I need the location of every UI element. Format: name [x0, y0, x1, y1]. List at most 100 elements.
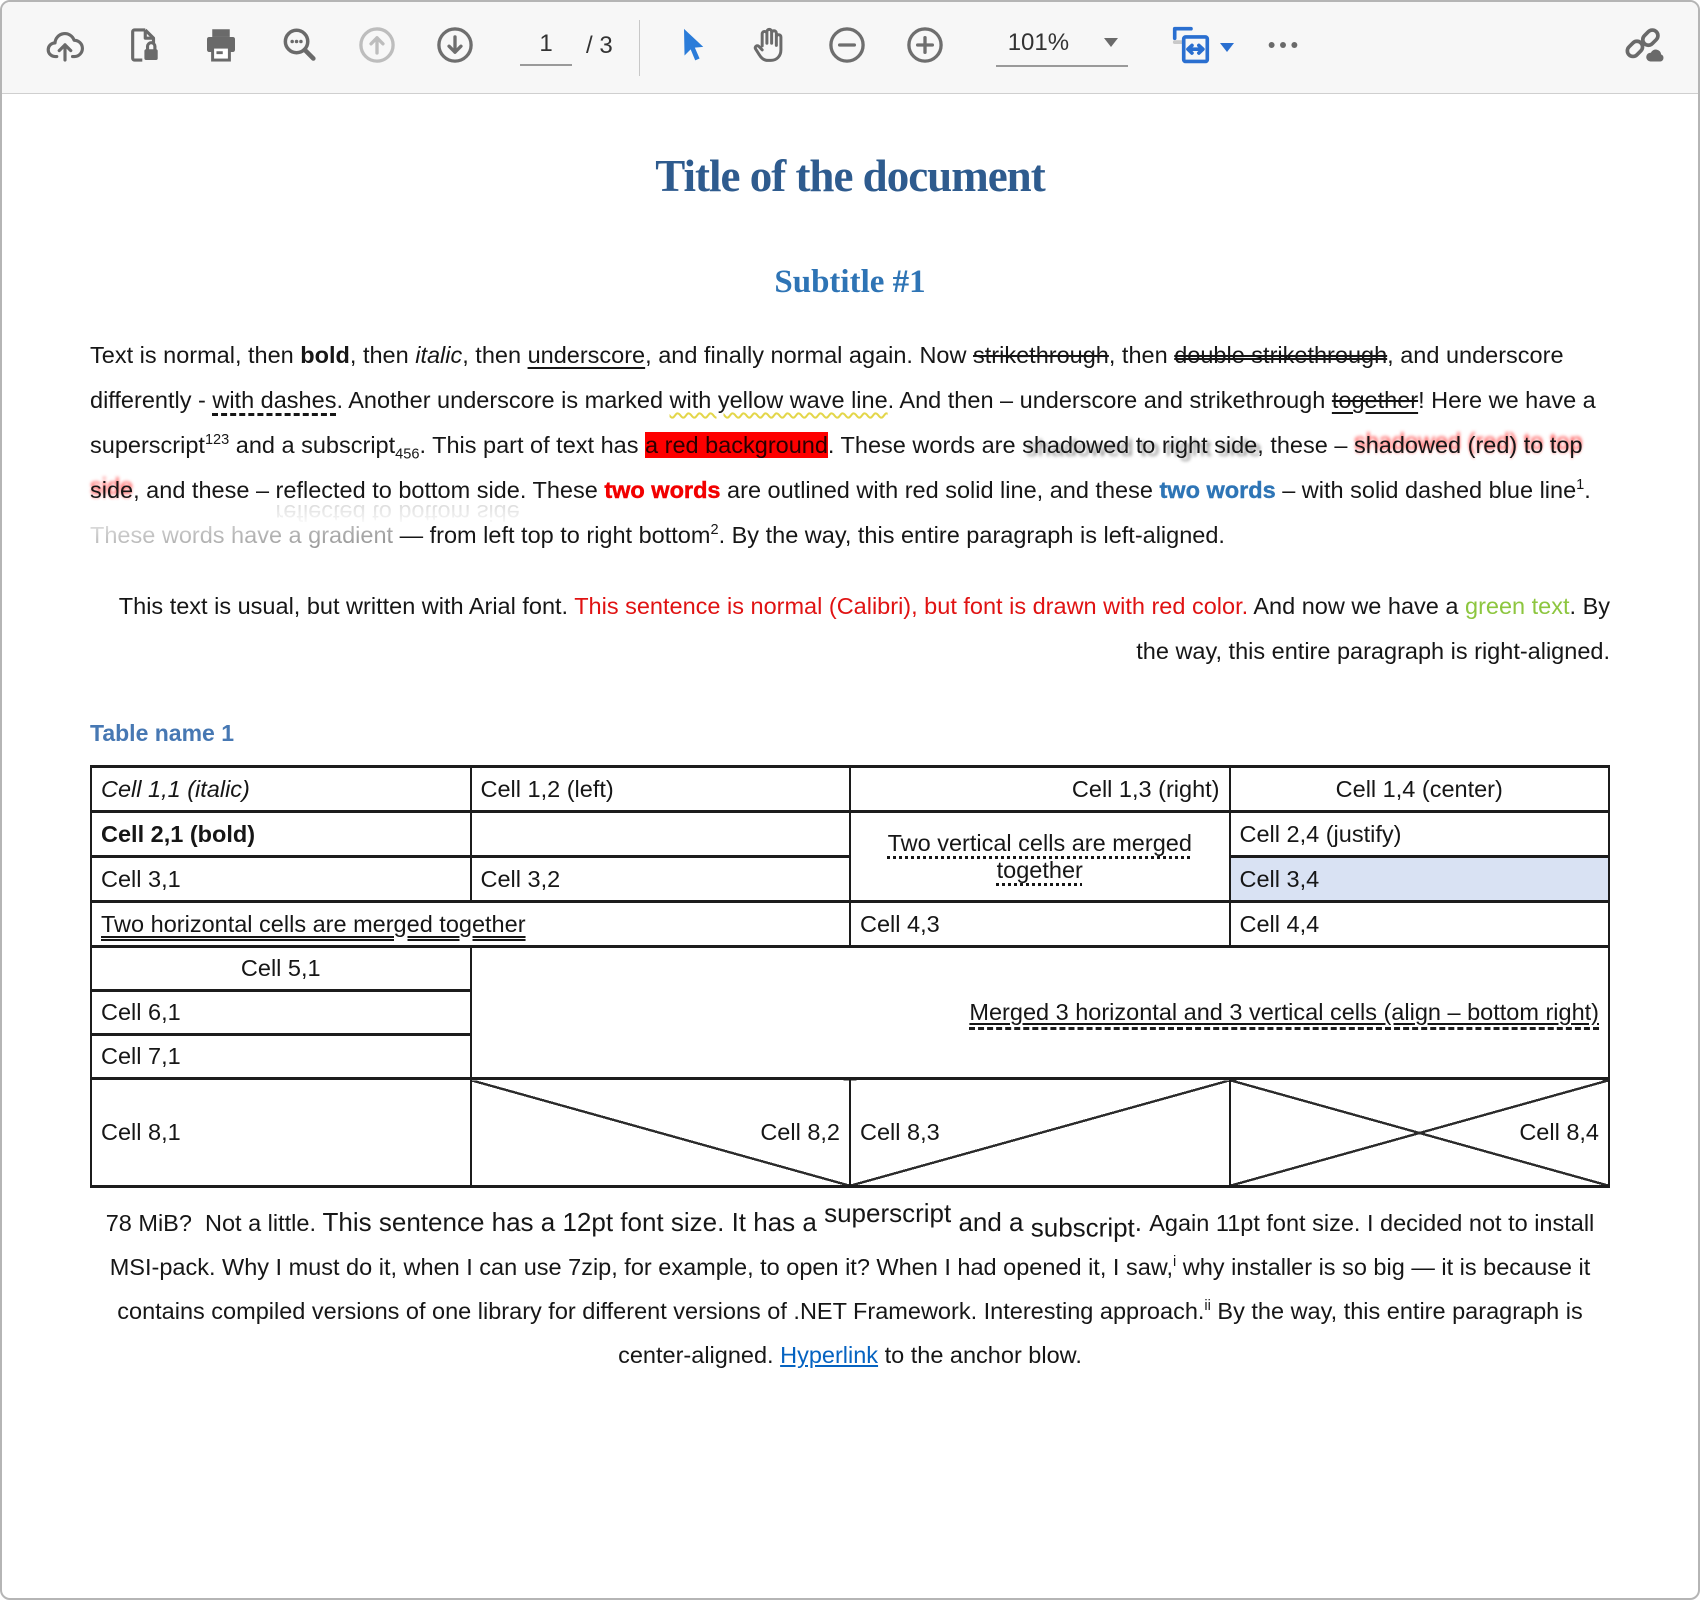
- page-number-input[interactable]: 1: [520, 30, 572, 66]
- more-options-button[interactable]: [1260, 25, 1306, 71]
- document-page: Title of the document Subtitle #1 Text i…: [2, 94, 1698, 1377]
- text-run: , and these –: [133, 477, 275, 503]
- cloud-upload-icon: [44, 24, 86, 71]
- cell-merged-horizontal: Two horizontal cells are merged together: [91, 902, 850, 947]
- text-run: . And then – underscore and strikethroug…: [888, 387, 1332, 413]
- table-caption: Table name 1: [90, 720, 1610, 747]
- arial-run: This text is usual, but written with Ari…: [119, 593, 574, 619]
- red-text-run: This sentence is normal (Calibri), but f…: [574, 593, 1253, 619]
- document-properties-button[interactable]: [120, 25, 166, 71]
- zoom-level-input[interactable]: 101%: [996, 29, 1128, 67]
- cell-2-4: Cell 2,4 (justify): [1230, 812, 1610, 857]
- page-navigation: 1 / 3: [520, 30, 613, 66]
- text-run: — from left top to right bottom: [393, 522, 710, 548]
- merged-horizontal-text: Two horizontal cells are merged together: [101, 911, 526, 937]
- double-strikethrough-run: double strikethrough: [1174, 342, 1387, 368]
- shadow-right-run: shadowed to right side: [1022, 432, 1257, 458]
- cell-merged-3x3: Merged 3 horizontal and 3 vertical cells…: [471, 947, 1610, 1079]
- cell-2-1: Cell 2,1 (bold): [91, 812, 471, 857]
- underline-strikethrough-run: together: [1332, 387, 1418, 413]
- arrow-down-circle-icon: [434, 24, 476, 71]
- paragraph-notes: 78 MiB? Not a little. This sentence has …: [96, 1200, 1604, 1377]
- zoom-out-button[interactable]: [824, 25, 870, 71]
- italic-run: italic: [415, 342, 462, 368]
- gradient-run: These words have a gradient: [90, 522, 393, 548]
- strikethrough-run: strikethrough: [973, 342, 1109, 368]
- print-button[interactable]: [198, 25, 244, 71]
- document-subtitle: Subtitle #1: [90, 264, 1610, 301]
- cell-8-3-diagonal: Cell 8,3: [850, 1079, 1230, 1187]
- minus-circle-icon: [826, 24, 868, 71]
- hand-icon: [748, 24, 790, 71]
- fit-width-dropdown-caret[interactable]: [1220, 43, 1234, 52]
- pdf-toolbar: 1 / 3 101%: [2, 2, 1698, 94]
- save-to-cloud-button[interactable]: [42, 25, 88, 71]
- subscript-word: subscript: [1031, 1213, 1135, 1243]
- blue-outline-run: two words: [1159, 477, 1275, 503]
- text-run: are outlined with red solid line, and th…: [721, 477, 1160, 503]
- hand-tool-button[interactable]: [746, 25, 792, 71]
- search-icon: [278, 24, 320, 71]
- cell-8-4-text: Cell 8,4: [1519, 1119, 1599, 1145]
- fit-width-icon: [1168, 22, 1214, 73]
- cell-6-1: Cell 6,1: [91, 991, 471, 1035]
- text-run: 78 MiB? Not a little.: [106, 1210, 323, 1236]
- cell-3-1: Cell 3,1: [91, 857, 471, 902]
- cell-8-2-diagonal: Cell 8,2: [471, 1079, 851, 1187]
- bold-run: bold: [300, 342, 350, 368]
- merged-3x3-text: Merged 3 horizontal and 3 vertical cells…: [969, 999, 1599, 1030]
- text-run: , and finally normal again. Now: [645, 342, 973, 368]
- toolbar-separator: [639, 20, 640, 76]
- red-outline-run: two words: [604, 477, 720, 503]
- document-table: Cell 1,1 (italic) Cell 1,2 (left) Cell 1…: [90, 765, 1610, 1188]
- cell-1-4: Cell 1,4 (center): [1230, 767, 1610, 812]
- cell-merged-vertical: Two vertical cells are merged together: [850, 812, 1230, 902]
- file-lock-icon: [122, 24, 164, 71]
- select-tool-button[interactable]: [668, 25, 714, 71]
- text-run: , then: [1109, 342, 1174, 368]
- zoom-level-value: 101%: [1008, 29, 1069, 57]
- text-run: . By the way, this entire paragraph is l…: [719, 522, 1225, 548]
- superscript-word: superscript: [824, 1198, 951, 1228]
- text-run: . Another underscore is marked: [336, 387, 669, 413]
- footnote-ref-2: 2: [710, 522, 718, 538]
- fit-width-button[interactable]: [1168, 22, 1234, 73]
- link-cloud-icon: [1622, 24, 1664, 71]
- zoom-in-button[interactable]: [902, 25, 948, 71]
- text-run: And now we have a: [1253, 593, 1465, 619]
- paragraph-formatting-demo: Text is normal, then bold, then italic, …: [90, 333, 1610, 558]
- 12pt-run: .: [1135, 1207, 1149, 1237]
- cell-8-1: Cell 8,1: [91, 1079, 471, 1187]
- green-text-run: green text: [1465, 593, 1570, 619]
- next-page-button[interactable]: [432, 25, 478, 71]
- cursor-arrow-icon: [670, 24, 712, 71]
- underline-run: underscore: [528, 342, 646, 368]
- dashed-underline-run: with dashes: [212, 387, 336, 413]
- text-run: – with solid dashed blue line: [1276, 477, 1576, 503]
- page-count-label: / 3: [586, 32, 613, 66]
- superscript-run: 123: [205, 432, 229, 448]
- previous-page-button[interactable]: [354, 25, 400, 71]
- text-run: . These words are: [828, 432, 1022, 458]
- merged-vertical-text: Two vertical cells are merged together: [888, 830, 1192, 883]
- text-run: Text is normal, then: [90, 342, 300, 368]
- text-run: , then: [350, 342, 415, 368]
- text-run: and a subscript: [229, 432, 395, 458]
- hyperlink[interactable]: Hyperlink: [780, 1342, 878, 1368]
- zoom-dropdown-caret[interactable]: [1104, 38, 1118, 47]
- share-link-button[interactable]: [1620, 25, 1666, 71]
- cell-1-3: Cell 1,3 (right): [850, 767, 1230, 812]
- cell-5-1: Cell 5,1: [91, 947, 471, 991]
- text-run: , then: [462, 342, 527, 368]
- paragraph-fonts: This text is usual, but written with Ari…: [90, 584, 1610, 674]
- text-run: . These: [520, 477, 604, 503]
- 12pt-run: This sentence has a 12pt font size. It h…: [323, 1207, 825, 1237]
- pdf-viewer-window: 1 / 3 101% Title of the: [0, 0, 1700, 1600]
- cell-7-1: Cell 7,1: [91, 1035, 471, 1079]
- cell-4-4: Cell 4,4: [1230, 902, 1610, 947]
- 12pt-run: and a: [951, 1207, 1031, 1237]
- cell-3-4-highlighted: Cell 3,4: [1230, 857, 1610, 902]
- search-button[interactable]: [276, 25, 322, 71]
- document-title: Title of the document: [90, 150, 1610, 202]
- reflected-text: reflected to bottom side: [276, 477, 520, 503]
